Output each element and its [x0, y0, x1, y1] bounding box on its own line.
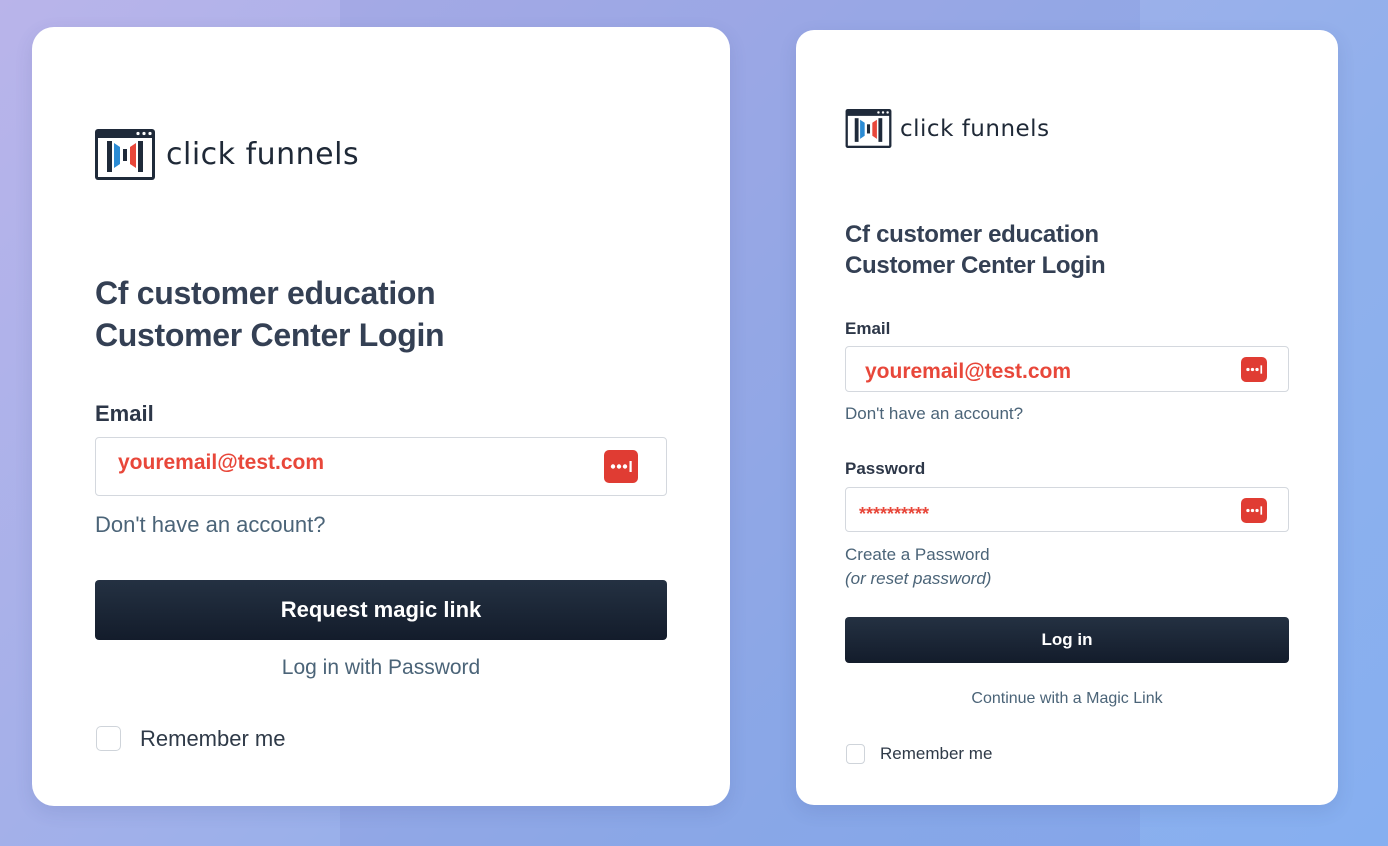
password-manager-icon[interactable] [604, 450, 638, 483]
no-account-link[interactable]: Don't have an account? [95, 512, 325, 538]
password-field[interactable]: ********** [845, 487, 1289, 532]
page-title: Cf customer education Customer Center Lo… [845, 219, 1106, 281]
remember-me-label: Remember me [880, 744, 993, 763]
login-with-password-link[interactable]: Log in with Password [95, 656, 667, 680]
password-value: ********** [859, 504, 930, 524]
title-line-2: Customer Center Login [845, 252, 1106, 280]
request-magic-link-button[interactable]: Request magic link [95, 580, 667, 640]
no-account-link[interactable]: Don't have an account? [845, 404, 1023, 424]
log-in-button[interactable]: Log in [845, 617, 1289, 663]
logo: click funnels [95, 129, 359, 180]
continue-magic-link-link[interactable]: Continue with a Magic Link [845, 690, 1289, 708]
title-line-1: Cf customer education [845, 221, 1099, 248]
email-field[interactable]: youremail@test.com [845, 346, 1289, 392]
click-funnels-logo-icon [845, 109, 892, 148]
email-value: youremail@test.com [118, 451, 325, 474]
click-funnels-logo-icon [95, 129, 155, 180]
password-login-card: click funnels Cf customer education Cust… [796, 30, 1338, 805]
password-manager-icon[interactable] [1241, 357, 1267, 382]
logo: click funnels [845, 109, 1050, 148]
create-password-link[interactable]: Create a Password [845, 545, 990, 565]
reset-password-note: (or reset password) [845, 569, 992, 588]
password-manager-icon[interactable] [1241, 498, 1267, 523]
remember-me-checkbox[interactable] [96, 726, 121, 751]
remember-me-label: Remember me [140, 726, 286, 751]
logo-text: click funnels [900, 115, 1050, 142]
title-line-1: Cf customer education [95, 275, 436, 311]
email-label: Email [845, 319, 891, 338]
email-field[interactable]: youremail@test.com [95, 437, 667, 496]
title-line-2: Customer Center Login [95, 316, 445, 353]
password-label: Password [845, 459, 926, 478]
page-title: Cf customer education Customer Center Lo… [95, 273, 445, 356]
magic-link-login-card: click funnels Cf customer education Cust… [32, 27, 730, 806]
email-label: Email [95, 401, 154, 426]
logo-text: click funnels [166, 137, 360, 172]
email-value: youremail@test.com [865, 360, 1072, 383]
remember-me-checkbox[interactable] [846, 744, 865, 764]
